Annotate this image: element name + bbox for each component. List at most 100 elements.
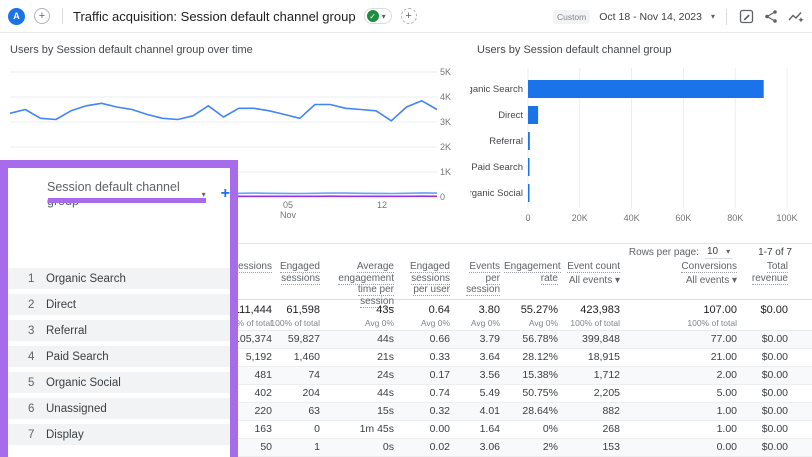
totals-cell: 107.00100% of total [620,300,737,316]
x-axis-tick: 40K [624,213,640,223]
chevron-down-icon: ▾ [382,12,386,21]
column-header[interactable]: Engaged sessions per user [394,261,450,296]
totals-cell: 423,983100% of total [558,300,620,316]
table-cell: 1.00 [620,403,737,420]
dimension-value-row[interactable]: 2Direct [8,294,230,315]
date-range-type-chip: Custom [553,10,590,24]
add-dimension-icon[interactable]: + [221,185,230,203]
table-cell: 28.12% [500,349,558,366]
bar-category-label: Organic Search [470,84,523,95]
dimension-value-row[interactable]: 7Display [8,424,230,445]
add-report-icon[interactable]: + [401,8,417,24]
table-cell: 28.64% [500,403,558,420]
x-axis-tick: 0 [525,213,530,223]
table-cell: 5.00 [620,385,737,402]
y-axis-tick: 0 [440,192,445,202]
table-cell: 4.01 [450,403,500,420]
table-cell: $0.00 [737,421,788,438]
x-axis-tick: 05 [283,200,293,210]
table-cell: 3.64 [450,349,500,366]
x-axis-tick: 12 [377,200,387,210]
table-cell: 0 [272,421,320,438]
table-cell: 0.00 [620,439,737,456]
table-cell: 63 [272,403,320,420]
series-organic-search [10,101,437,121]
report-header-bar: A + Traffic acquisition: Session default… [0,0,812,33]
x-axis-tick: 20K [572,213,588,223]
table-cell: 0s [320,439,394,456]
table-cell: $0.00 [737,331,788,348]
date-range-picker[interactable]: Oct 18 - Nov 14, 2023 [599,11,702,23]
table-cell: $0.00 [737,349,788,366]
header-divider [726,9,727,25]
table-cell: 59,827 [272,331,320,348]
table-cell: 1,460 [272,349,320,366]
rows-per-page-select[interactable]: 10 ▾ [705,246,732,259]
dimension-selector[interactable]: Session default channel group ▾ + [47,180,230,208]
table-cell: 74 [272,367,320,384]
chevron-down-icon[interactable]: ▾ [711,12,715,21]
table-cell: 0.32 [394,403,450,420]
insights-icon[interactable] [788,9,804,25]
table-cell: 268 [558,421,620,438]
column-header[interactable]: Events per session [450,261,500,296]
bar-chart-title: Users by Session default channel group [477,44,671,56]
event-scope-selector[interactable]: All events ▾ [624,275,737,287]
table-cell: 0.74 [394,385,450,402]
table-cell: 1 [272,439,320,456]
table-cell: 0.17 [394,367,450,384]
table-cell: 77.00 [620,331,737,348]
bar-referral [528,132,530,150]
x-axis-tick: 100K [776,213,797,223]
dimension-value-row[interactable]: 4Paid Search [8,346,230,367]
column-header[interactable]: Total revenue [737,261,788,284]
table-cell: 24s [320,367,394,384]
line-chart-title: Users by Session default channel group o… [10,44,253,56]
table-cell: 1,712 [558,367,620,384]
dimension-value-row[interactable]: 5Organic Social [8,372,230,393]
traffic-acquisition-report: A + Traffic acquisition: Session default… [0,0,812,457]
table-cell: 399,848 [558,331,620,348]
totals-cell: $0.00 [737,300,788,316]
workspace-avatar[interactable]: A [8,8,25,25]
column-header[interactable]: Event countAll events ▾ [558,261,620,286]
totals-cell: 55.27%Avg 0% [500,300,558,316]
table-cell: $0.00 [737,385,788,402]
table-cell: 3.06 [450,439,500,456]
table-cell: 3.79 [450,331,500,348]
page-title: Traffic acquisition: Session default cha… [73,9,356,24]
rows-per-page-label: Rows per page: [629,247,699,258]
table-cell: 882 [558,403,620,420]
dimension-value-list: 1Organic Search 2Direct 3Referral 4Paid Sea… [8,268,230,450]
table-cell: 0.33 [394,349,450,366]
bar-organic-social [528,184,530,202]
column-header[interactable]: Engagement rate [500,261,558,284]
share-icon[interactable] [763,9,779,25]
column-header[interactable]: Engaged sessions [272,261,320,284]
table-cell: 1m 45s [320,421,394,438]
table-cell: 204 [272,385,320,402]
header-divider [62,8,63,24]
table-cell: 0% [500,421,558,438]
table-cell: 2.00 [620,367,737,384]
dimension-value-row[interactable]: 6Unassigned [8,398,230,419]
table-cell: 21.00 [620,349,737,366]
table-cell: 15s [320,403,394,420]
event-scope-selector[interactable]: All events ▾ [562,275,620,287]
table-cell: 2,205 [558,385,620,402]
dimension-value-row[interactable]: 3Referral [8,320,230,341]
table-cell: 18,915 [558,349,620,366]
y-axis-tick: 1K [440,167,451,177]
totals-cell: 0.64Avg 0% [394,300,450,316]
report-status-badge[interactable]: ✓ ▾ [364,8,392,24]
column-header[interactable]: ConversionsAll events ▾ [620,261,737,286]
dimension-value-row[interactable]: 1Organic Search [8,268,230,289]
customize-report-icon[interactable] [738,9,754,25]
bar-chart: 020K40K60K80K100KOrganic SearchDirectRef… [470,58,812,233]
table-cell: 1.64 [450,421,500,438]
totals-cell: 3.80Avg 0% [450,300,500,316]
pagination-range: 1-7 of 7 [758,247,792,258]
add-tab-icon[interactable]: + [34,8,50,24]
bar-category-label: Direct [498,110,523,121]
y-axis-tick: 2K [440,142,451,152]
